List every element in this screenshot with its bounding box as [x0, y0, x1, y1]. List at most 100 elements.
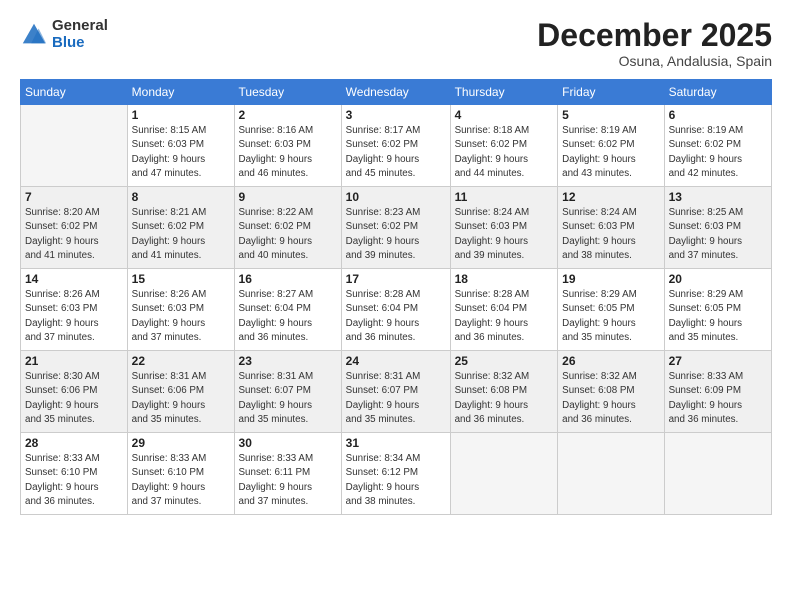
location-subtitle: Osuna, Andalusia, Spain — [537, 53, 772, 69]
day-number: 23 — [239, 354, 337, 368]
calendar-header-row: Sunday Monday Tuesday Wednesday Thursday… — [21, 80, 772, 105]
day-number: 26 — [562, 354, 659, 368]
day-info: Sunrise: 8:28 AMSunset: 6:04 PMDaylight:… — [455, 288, 554, 345]
table-row: 10Sunrise: 8:23 AMSunset: 6:02 PMDayligh… — [341, 187, 450, 269]
day-number: 17 — [346, 272, 446, 286]
day-number: 20 — [669, 272, 767, 286]
table-row: 4 Sunrise: 8:18 AMSunset: 6:02 PMDaylight… — [450, 105, 558, 187]
day-info: Sunrise: 8:31 AMSunset: 6:07 PMDaylight:… — [239, 370, 337, 427]
table-row: 20Sunrise: 8:29 AMSunset: 6:05 PMDayligh… — [664, 269, 771, 351]
day-info: Sunrise: 8:19 AMSunset: 6:02 PMDaylight:… — [669, 124, 767, 181]
day-info: Sunrise: 8:33 AMSunset: 6:11 PMDaylight:… — [239, 452, 337, 509]
day-info: Sunrise: 8:18 AMSunset: 6:02 PMDaylight:… — [455, 124, 554, 181]
day-number: 16 — [239, 272, 337, 286]
table-row: 8 Sunrise: 8:21 AMSunset: 6:02 PMDaylight… — [127, 187, 234, 269]
header: General Blue December 2025 Osuna, Andalu… — [20, 18, 772, 69]
logo-icon — [20, 21, 48, 49]
table-row: 22 Sunrise: 8:31 AMSunset: 6:06 PMDayligh… — [127, 351, 234, 433]
day-info: Sunrise: 8:24 AMSunset: 6:03 PMDaylight:… — [562, 206, 659, 263]
day-number: 11 — [455, 190, 554, 204]
day-number: 8 — [132, 190, 230, 204]
table-row: 6Sunrise: 8:19 AMSunset: 6:02 PMDaylight… — [664, 105, 771, 187]
col-saturday: Saturday — [664, 80, 771, 105]
day-info: Sunrise: 8:27 AMSunset: 6:04 PMDaylight:… — [239, 288, 337, 345]
table-row: 1Sunrise: 8:15 AMSunset: 6:03 PMDaylight… — [127, 105, 234, 187]
calendar-week-row: 21 Sunrise: 8:30 AMSunset: 6:06 PMDayligh… — [21, 351, 772, 433]
day-number: 28 — [25, 436, 123, 450]
day-info: Sunrise: 8:31 AMSunset: 6:06 PMDaylight:… — [132, 370, 230, 427]
table-row: 12 Sunrise: 8:24 AMSunset: 6:03 PMDayligh… — [558, 187, 664, 269]
logo-general: General — [52, 18, 108, 35]
day-info: Sunrise: 8:21 AMSunset: 6:02 PMDaylight:… — [132, 206, 230, 263]
day-number: 7 — [25, 190, 123, 204]
table-row: 28 Sunrise: 8:33 AMSunset: 6:10 PMDayligh… — [21, 433, 128, 515]
day-number: 13 — [669, 190, 767, 204]
table-row — [558, 433, 664, 515]
day-number: 2 — [239, 108, 337, 122]
day-info: Sunrise: 8:20 AMSunset: 6:02 PMDaylight:… — [25, 206, 123, 263]
table-row: 3 Sunrise: 8:17 AMSunset: 6:02 PMDaylight… — [341, 105, 450, 187]
col-monday: Monday — [127, 80, 234, 105]
day-number: 9 — [239, 190, 337, 204]
day-number: 29 — [132, 436, 230, 450]
day-number: 22 — [132, 354, 230, 368]
table-row: 19 Sunrise: 8:29 AMSunset: 6:05 PMDayligh… — [558, 269, 664, 351]
col-wednesday: Wednesday — [341, 80, 450, 105]
day-number: 18 — [455, 272, 554, 286]
day-info: Sunrise: 8:29 AMSunset: 6:05 PMDaylight:… — [562, 288, 659, 345]
table-row: 16 Sunrise: 8:27 AMSunset: 6:04 PMDayligh… — [234, 269, 341, 351]
table-row: 9 Sunrise: 8:22 AMSunset: 6:02 PMDaylight… — [234, 187, 341, 269]
day-info: Sunrise: 8:24 AMSunset: 6:03 PMDaylight:… — [455, 206, 554, 263]
logo: General Blue — [20, 18, 108, 51]
month-title: December 2025 — [537, 18, 772, 53]
table-row: 13 Sunrise: 8:25 AMSunset: 6:03 PMDayligh… — [664, 187, 771, 269]
table-row: 5Sunrise: 8:19 AMSunset: 6:02 PMDaylight… — [558, 105, 664, 187]
table-row — [664, 433, 771, 515]
day-number: 31 — [346, 436, 446, 450]
logo-text: General Blue — [52, 18, 108, 51]
day-info: Sunrise: 8:16 AMSunset: 6:03 PMDaylight:… — [239, 124, 337, 181]
table-row: 26Sunrise: 8:32 AMSunset: 6:08 PMDayligh… — [558, 351, 664, 433]
table-row: 11 Sunrise: 8:24 AMSunset: 6:03 PMDayligh… — [450, 187, 558, 269]
day-info: Sunrise: 8:34 AMSunset: 6:12 PMDaylight:… — [346, 452, 446, 509]
calendar-table: Sunday Monday Tuesday Wednesday Thursday… — [20, 79, 772, 515]
day-info: Sunrise: 8:19 AMSunset: 6:02 PMDaylight:… — [562, 124, 659, 181]
day-info: Sunrise: 8:26 AMSunset: 6:03 PMDaylight:… — [132, 288, 230, 345]
day-info: Sunrise: 8:33 AMSunset: 6:10 PMDaylight:… — [132, 452, 230, 509]
table-row: 30Sunrise: 8:33 AMSunset: 6:11 PMDayligh… — [234, 433, 341, 515]
calendar-week-row: 7 Sunrise: 8:20 AMSunset: 6:02 PMDaylight… — [21, 187, 772, 269]
col-friday: Friday — [558, 80, 664, 105]
day-info: Sunrise: 8:28 AMSunset: 6:04 PMDaylight:… — [346, 288, 446, 345]
day-info: Sunrise: 8:26 AMSunset: 6:03 PMDaylight:… — [25, 288, 123, 345]
table-row: 7 Sunrise: 8:20 AMSunset: 6:02 PMDaylight… — [21, 187, 128, 269]
day-info: Sunrise: 8:33 AMSunset: 6:09 PMDaylight:… — [669, 370, 767, 427]
table-row — [450, 433, 558, 515]
day-number: 4 — [455, 108, 554, 122]
col-sunday: Sunday — [21, 80, 128, 105]
title-block: December 2025 Osuna, Andalusia, Spain — [537, 18, 772, 69]
day-info: Sunrise: 8:17 AMSunset: 6:02 PMDaylight:… — [346, 124, 446, 181]
calendar-week-row: 1Sunrise: 8:15 AMSunset: 6:03 PMDaylight… — [21, 105, 772, 187]
calendar-week-row: 28 Sunrise: 8:33 AMSunset: 6:10 PMDayligh… — [21, 433, 772, 515]
day-info: Sunrise: 8:15 AMSunset: 6:03 PMDaylight:… — [132, 124, 230, 181]
table-row: 14Sunrise: 8:26 AMSunset: 6:03 PMDayligh… — [21, 269, 128, 351]
day-number: 27 — [669, 354, 767, 368]
day-info: Sunrise: 8:22 AMSunset: 6:02 PMDaylight:… — [239, 206, 337, 263]
day-number: 12 — [562, 190, 659, 204]
day-info: Sunrise: 8:25 AMSunset: 6:03 PMDaylight:… — [669, 206, 767, 263]
table-row: 31 Sunrise: 8:34 AMSunset: 6:12 PMDayligh… — [341, 433, 450, 515]
day-info: Sunrise: 8:33 AMSunset: 6:10 PMDaylight:… — [25, 452, 123, 509]
day-number: 19 — [562, 272, 659, 286]
page-container: General Blue December 2025 Osuna, Andalu… — [0, 0, 792, 612]
table-row: 23 Sunrise: 8:31 AMSunset: 6:07 PMDayligh… — [234, 351, 341, 433]
table-row: 2 Sunrise: 8:16 AMSunset: 6:03 PMDaylight… — [234, 105, 341, 187]
day-info: Sunrise: 8:30 AMSunset: 6:06 PMDaylight:… — [25, 370, 123, 427]
table-row: 15Sunrise: 8:26 AMSunset: 6:03 PMDayligh… — [127, 269, 234, 351]
day-number: 3 — [346, 108, 446, 122]
calendar-week-row: 14Sunrise: 8:26 AMSunset: 6:03 PMDayligh… — [21, 269, 772, 351]
day-info: Sunrise: 8:31 AMSunset: 6:07 PMDaylight:… — [346, 370, 446, 427]
day-number: 21 — [25, 354, 123, 368]
table-row: 21 Sunrise: 8:30 AMSunset: 6:06 PMDayligh… — [21, 351, 128, 433]
day-info: Sunrise: 8:32 AMSunset: 6:08 PMDaylight:… — [455, 370, 554, 427]
col-thursday: Thursday — [450, 80, 558, 105]
